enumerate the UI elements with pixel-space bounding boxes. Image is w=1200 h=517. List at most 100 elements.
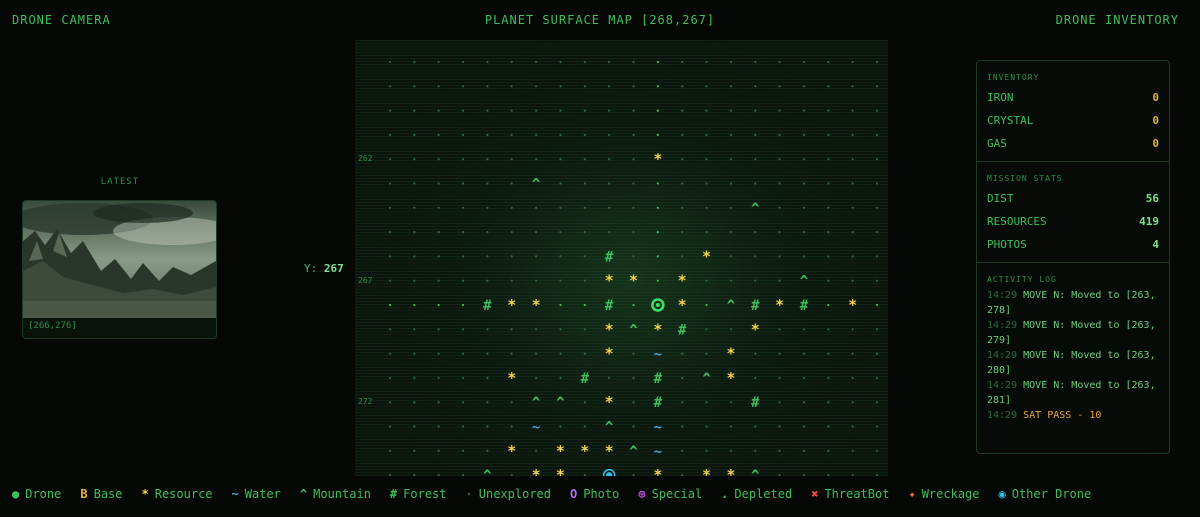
- unexplored-tile: [437, 352, 440, 355]
- unexplored-tile: [437, 206, 440, 209]
- forest-tile: #: [751, 298, 760, 314]
- water-icon: ~: [231, 487, 239, 501]
- unexplored-tile: [559, 182, 562, 185]
- unexplored-tile: [802, 85, 806, 88]
- legend-item-special: ⊕ Special: [638, 487, 702, 501]
- unexplored-tile: [535, 352, 538, 355]
- unexplored-tile: [851, 425, 854, 428]
- water-tile: ~: [654, 420, 662, 436]
- unexplored-tile: [705, 303, 708, 307]
- latest-photo-label: LATEST: [100, 177, 140, 187]
- other-drone-icon: ◉: [998, 487, 1006, 501]
- mission-row-dist: DIST 56: [987, 187, 1159, 210]
- unexplored-tile: [632, 401, 635, 404]
- unexplored-tile: [851, 474, 854, 476]
- stat-label: PHOTOS: [987, 238, 1027, 251]
- stat-value: 419: [1139, 215, 1159, 228]
- unexplored-tile: [778, 206, 781, 209]
- unexplored-tile: [705, 109, 708, 112]
- unexplored-tile: [388, 109, 392, 112]
- unexplored-tile: [875, 376, 879, 379]
- unexplored-tile: [632, 133, 635, 136]
- forest-tile: #: [605, 249, 614, 265]
- unexplored-tile: [583, 474, 586, 476]
- unexplored-tile: [583, 401, 586, 404]
- unexplored-tile: [802, 376, 806, 379]
- unexplored-tile: [632, 60, 635, 64]
- planet-surface-map[interactable]: 262 267 272 * ^ ^ * # * * * ^ # * * # * ^ # * # * * ^ * # * * ~ * *…: [355, 40, 888, 476]
- unexplored-tile: [875, 328, 879, 331]
- unexplored-tile: [851, 158, 854, 161]
- unexplored-tile: [656, 206, 659, 209]
- unexplored-tile: [705, 158, 708, 161]
- unexplored-tile: [486, 158, 489, 161]
- unexplored-tile: [535, 376, 538, 379]
- unexplored-tile: [583, 182, 586, 185]
- unexplored-tile: [486, 279, 489, 282]
- latest-photo-image: [23, 201, 216, 318]
- unexplored-tile: [486, 85, 489, 88]
- unexplored-tile: [632, 255, 635, 258]
- photo-icon: O: [570, 487, 578, 501]
- unexplored-tile: [729, 109, 732, 112]
- unexplored-tile: [535, 231, 538, 234]
- resource-tile: *: [653, 466, 662, 476]
- unexplored-tile: [851, 449, 854, 452]
- unexplored-tile: [559, 425, 562, 428]
- unexplored-tile: [461, 449, 465, 452]
- mountain-tile: ^: [800, 274, 809, 290]
- unexplored-tile: [437, 60, 440, 64]
- unexplored-tile: [559, 328, 562, 331]
- unexplored-tile: [510, 206, 513, 209]
- unexplored-tile: [632, 231, 635, 234]
- legend-item-mountain: ^ Mountain: [300, 487, 371, 501]
- unexplored-tile: [437, 328, 440, 331]
- legend-label: Forest: [403, 487, 447, 501]
- unexplored-tile: [413, 303, 416, 307]
- unexplored-tile: [802, 133, 806, 136]
- resource-tile: *: [653, 150, 662, 168]
- unexplored-tile: [461, 206, 465, 209]
- legend-label: Water: [244, 487, 281, 501]
- unexplored-tile: [388, 60, 392, 64]
- unexplored-tile: [681, 425, 684, 428]
- resource-tile: *: [702, 466, 711, 476]
- unexplored-tile: [802, 352, 806, 355]
- unexplored-tile: [705, 425, 708, 428]
- unexplored-tile: [437, 231, 440, 234]
- resource-tile: *: [507, 442, 516, 460]
- unexplored-tile: [656, 182, 659, 185]
- unexplored-tile: [437, 449, 440, 452]
- unexplored-tile: [827, 85, 830, 88]
- resource-tile: *: [751, 320, 760, 338]
- log-entry: 14:29 MOVE N: Moved to [263, 278]: [987, 288, 1159, 318]
- forest-tile: #: [654, 371, 663, 387]
- unexplored-tile: [486, 182, 489, 185]
- unexplored-tile: [729, 231, 732, 234]
- map-title-wrap: PLANET SURFACE MAP [268,267]: [0, 13, 1200, 27]
- unexplored-tile: [413, 449, 416, 452]
- unexplored-tile: [802, 449, 806, 452]
- log-time: 14:29: [987, 350, 1018, 361]
- unexplored-tile: [851, 133, 854, 136]
- unexplored-tile: [388, 182, 392, 185]
- map-grid[interactable]: * ^ ^ * # * * * ^ # * * # * ^ # * # * * ^ * # * * ~ * * # # ^ * ^ ^ * # # ~ ^ ~…: [355, 40, 888, 476]
- resource-tile: *: [726, 369, 735, 387]
- unexplored-tile: [388, 425, 392, 428]
- unexplored-tile: [437, 109, 440, 112]
- unexplored-tile: [583, 303, 586, 307]
- drone-camera-title: DRONE CAMERA: [12, 13, 111, 27]
- unexplored-tile: [632, 182, 635, 185]
- log-time: 14:29: [987, 380, 1018, 391]
- mission-row-resources: RESOURCES 419: [987, 210, 1159, 233]
- unexplored-tile: [851, 401, 854, 404]
- unexplored-tile: [875, 60, 879, 64]
- unexplored-tile: [778, 158, 781, 161]
- latest-photo-card[interactable]: [266,276]: [22, 200, 217, 339]
- unexplored-tile: [851, 255, 854, 258]
- legend-label: Wreckage: [921, 487, 980, 501]
- mountain-tile: ^: [751, 201, 760, 217]
- unexplored-tile: [632, 206, 635, 209]
- resource-tile: *: [726, 345, 735, 363]
- unexplored-tile: [510, 60, 513, 64]
